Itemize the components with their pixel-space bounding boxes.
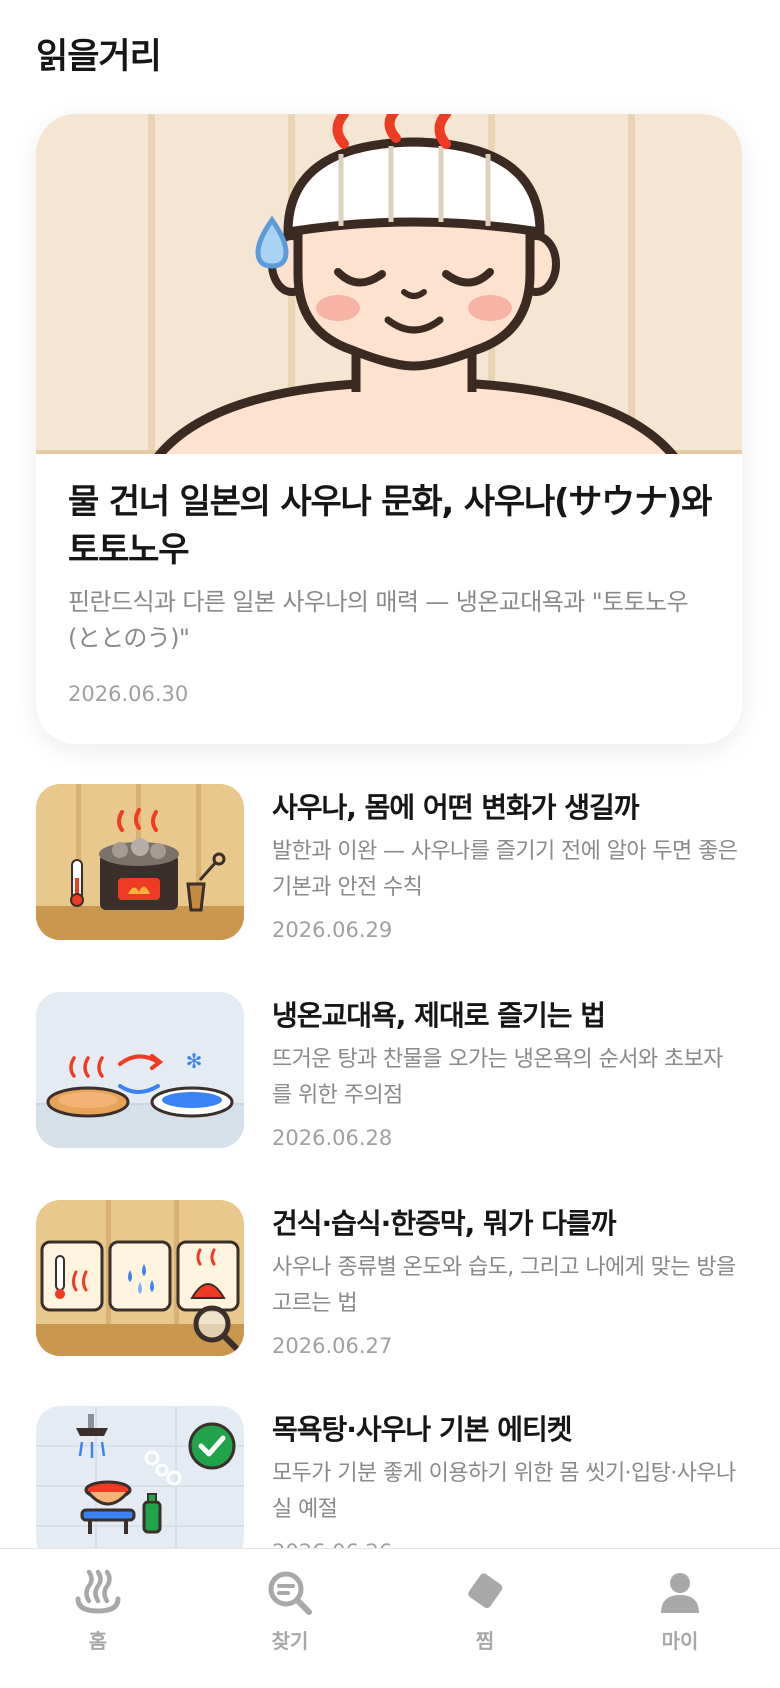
hot-spring-icon [75, 1569, 121, 1614]
nav-item-saved[interactable]: 찜 [425, 1569, 545, 1679]
featured-article-description: 핀란드식과 다른 일본 사우나의 매력 — 냉온교대욕과 "토토노우(ととのう)… [68, 588, 689, 652]
nav-label-my: 마이 [661, 1629, 699, 1653]
nav-label-search: 찾기 [271, 1629, 309, 1653]
bath-etiquette-illustration [36, 1406, 244, 1562]
article-description: 뜨거운 탕과 찬물을 오가는 냉온욕의 순서와 초보자를 위한 주의점 [272, 1047, 723, 1108]
reading-screen: 읽을거리 물 건너 일본의 사우나 문화, 사우나(サウナ)와 토토노우 핀란드… [0, 0, 780, 1688]
article-date: 2026.06.27 [272, 1334, 393, 1358]
featured-article-card[interactable]: 물 건너 일본의 사우나 문화, 사우나(サウナ)와 토토노우 핀란드식과 다른… [36, 114, 742, 744]
svg-text:✻: ✻ [186, 1049, 203, 1073]
article-list-item[interactable]: 목욕탕·사우나 기본 에티켓 모두가 기분 좋게 이용하기 위한 몸 씻기·입탕… [36, 1406, 742, 1566]
bookmark-icon [468, 1573, 503, 1617]
article-description: 사우나 종류별 온도와 습도, 그리고 나에게 맞는 방을 고르는 법 [272, 1255, 736, 1316]
featured-article-title: 물 건너 일본의 사우나 문화, 사우나(サウナ)와 토토노우 [68, 482, 712, 570]
article-description: 발한과 이완 — 사우나를 즐기기 전에 알아 두면 좋은 기본과 안전 수칙 [272, 839, 738, 900]
article-title: 건식·습식·한증막, 뭐가 다를까 [272, 1207, 617, 1240]
sauna-types-illustration [36, 1200, 244, 1356]
nav-item-home[interactable]: 홈 [38, 1569, 158, 1679]
article-title: 목욕탕·사우나 기본 에티켓 [272, 1413, 573, 1446]
nav-label-home: 홈 [88, 1629, 108, 1653]
nav-item-my[interactable]: 마이 [620, 1569, 740, 1679]
bottom-navigation: 홈 찾기 찜 마이 [0, 1548, 780, 1688]
nav-label-saved: 찜 [475, 1629, 495, 1653]
article-list-item[interactable]: 사우나, 몸에 어떤 변화가 생길까 발한과 이완 — 사우나를 즐기기 전에 … [36, 784, 742, 944]
article-title: 사우나, 몸에 어떤 변화가 생길까 [272, 791, 640, 824]
article-title: 냉온교대욕, 제대로 즐기는 법 [272, 999, 606, 1032]
nav-item-search[interactable]: 찾기 [230, 1569, 350, 1679]
sauna-stove-illustration [36, 784, 244, 940]
person-icon [661, 1573, 699, 1613]
sauna-person-illustration [36, 114, 742, 464]
search-icon [268, 1571, 312, 1615]
article-description: 모두가 기분 좋게 이용하기 위한 몸 씻기·입탕·사우나실 예절 [272, 1461, 736, 1522]
article-date: 2026.06.28 [272, 1126, 393, 1150]
page-title: 읽을거리 [36, 37, 162, 77]
article-list-item[interactable]: ✻ 냉온교대욕, 제대로 즐기는 법 뜨거운 탕과 찬물을 오가는 냉온욕의 순… [36, 992, 742, 1152]
article-list-item[interactable]: 건식·습식·한증막, 뭐가 다를까 사우나 종류별 온도와 습도, 그리고 나에… [36, 1200, 742, 1360]
article-date: 2026.06.29 [272, 918, 393, 942]
featured-article-date: 2026.06.30 [68, 682, 189, 706]
hot-cold-bath-illustration: ✻ [36, 992, 244, 1148]
